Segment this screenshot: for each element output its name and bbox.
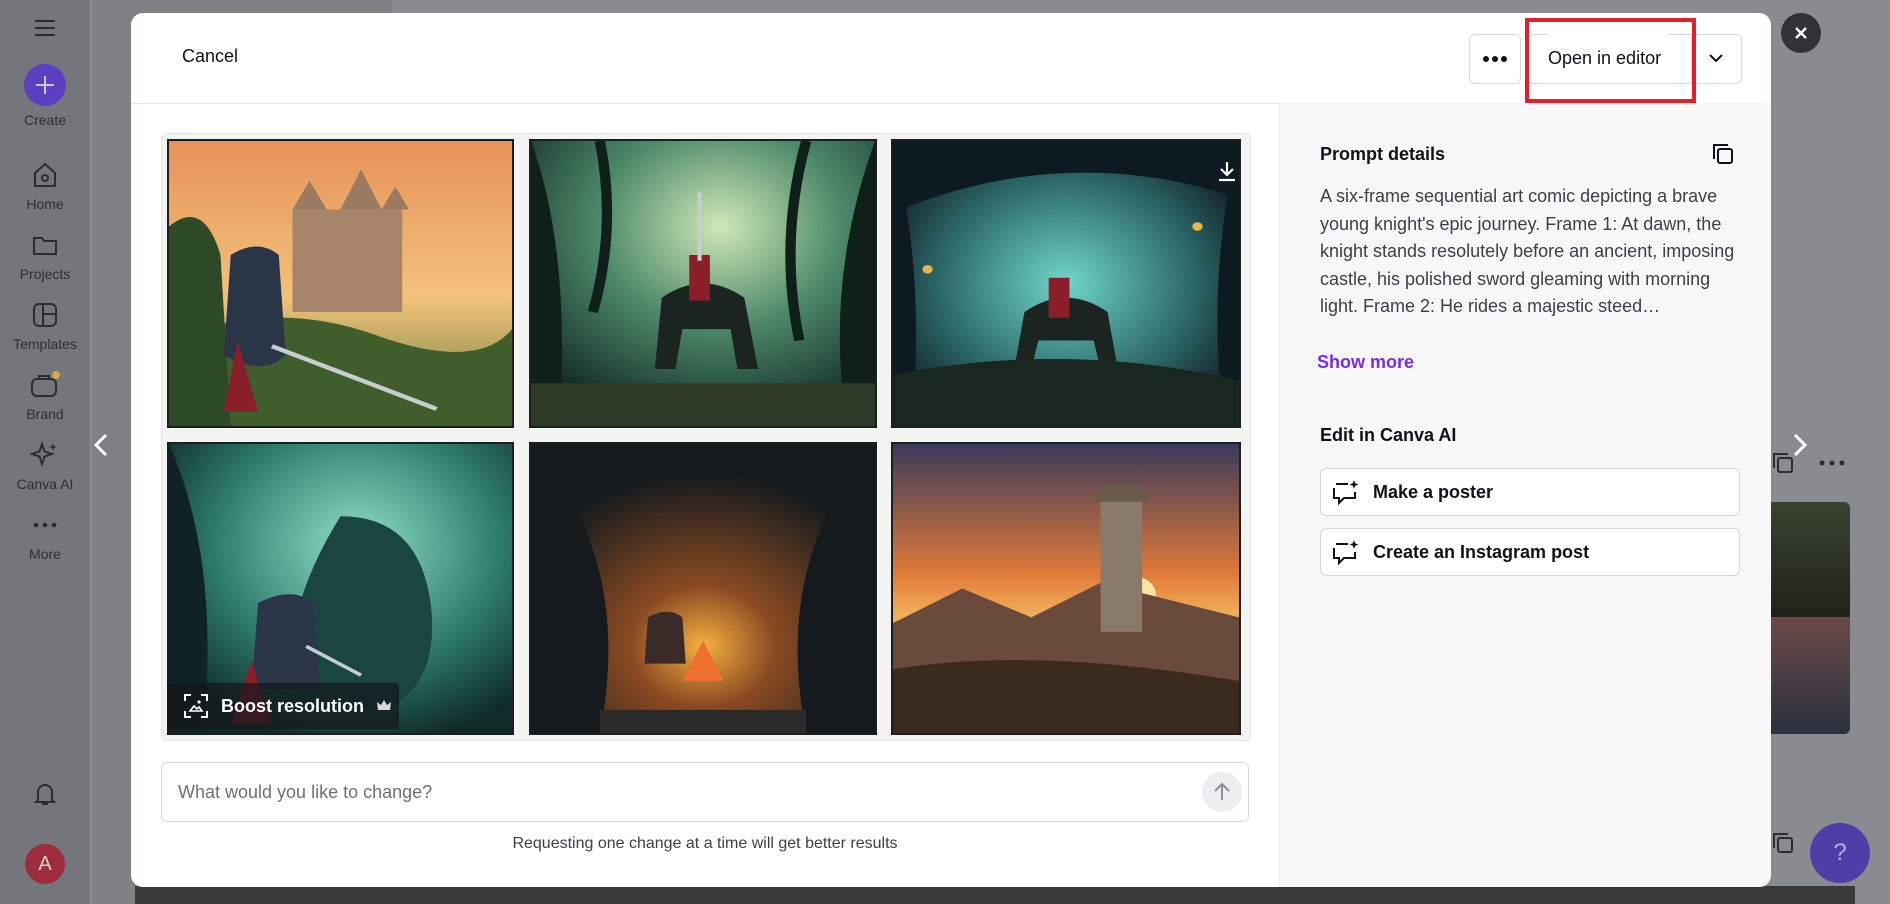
sidebar-item-label: More [29, 546, 61, 562]
comic-frame-6 [891, 442, 1241, 735]
chevron-down-icon [1709, 54, 1723, 63]
avatar[interactable]: A [25, 844, 65, 884]
previous-arrow-icon[interactable] [86, 430, 116, 460]
bell-icon[interactable] [30, 779, 60, 814]
sidebar-item-home[interactable]: Home [26, 160, 64, 212]
sidebar-item-brand[interactable]: Brand [26, 370, 64, 422]
change-request-box [161, 762, 1249, 822]
sidebar-item-label: Projects [19, 266, 71, 282]
open-in-editor-label: Open in editor [1548, 47, 1662, 68]
sidebar-item-more[interactable]: More [29, 510, 61, 562]
edit-in-canva-ai-title: Edit in Canva AI [1320, 425, 1457, 445]
boost-resolution-label: Boost resolution [221, 695, 364, 716]
templates-icon [33, 303, 57, 327]
comic-frame-3 [891, 139, 1241, 428]
copy-icon [1713, 144, 1733, 164]
cancel-button[interactable]: Cancel [182, 46, 238, 67]
prompt-text: A six-frame sequential art comic depicti… [1320, 186, 1735, 316]
sidebar-item-label: Templates [13, 336, 77, 352]
comic-frame-5 [529, 442, 877, 735]
send-button[interactable] [1202, 772, 1242, 812]
sparkle-icon [29, 440, 57, 468]
home-icon [33, 162, 56, 187]
change-request-input[interactable] [176, 763, 1180, 821]
more-horizontal-icon [1483, 56, 1507, 62]
prompt-details-panel: Prompt details A six-frame sequential ar… [1279, 103, 1771, 887]
download-button[interactable] [1210, 154, 1244, 188]
hint-text: Requesting one change at a time will get… [512, 835, 898, 852]
hamburger-menu-icon[interactable] [31, 14, 59, 42]
close-icon [1795, 27, 1807, 39]
image-preview-modal: Cancel Open in editor Boost resolution W… [131, 13, 1771, 887]
close-modal-button[interactable] [1781, 13, 1821, 53]
next-arrow-icon[interactable] [1785, 430, 1815, 460]
create-button[interactable] [24, 64, 66, 106]
sidebar-item-label: Brand [26, 406, 64, 422]
sidebar-item-templates[interactable]: Templates [13, 300, 77, 352]
folder-icon [32, 237, 57, 255]
sidebar-item-projects[interactable]: Projects [19, 230, 71, 282]
comic-frame-1 [167, 139, 514, 428]
open-in-editor-button[interactable]: Open in editor [1548, 34, 1668, 82]
prompt-details-title: Prompt details [1320, 144, 1446, 164]
chat-sparkle-icon [1331, 478, 1361, 506]
create-instagram-post-label: Create an Instagram post [1373, 541, 1590, 562]
open-options-dropdown-button[interactable] [1692, 34, 1740, 82]
boost-resolution-button[interactable]: Boost resolution [167, 683, 399, 729]
create-label: Create [23, 112, 67, 128]
make-poster-button[interactable]: Make a poster [1320, 468, 1740, 516]
download-icon [1219, 162, 1235, 182]
modal-header: Cancel Open in editor [131, 13, 1771, 104]
background-thumbnails [1760, 502, 1850, 734]
brand-icon [30, 371, 60, 397]
generated-image [161, 133, 1251, 741]
sidebar-item-label: Canva AI [16, 476, 74, 492]
crown-icon [376, 699, 392, 713]
help-button[interactable]: ? [1810, 823, 1870, 883]
create-instagram-post-button[interactable]: Create an Instagram post [1320, 528, 1740, 576]
show-more-link[interactable]: Show more [1317, 352, 1414, 373]
background-strip [135, 886, 1855, 904]
upscale-image-icon [183, 693, 209, 719]
copy-icon [1770, 830, 1796, 861]
chat-sparkle-icon [1331, 538, 1361, 566]
sidebar-item-canva-ai[interactable]: Canva AI [16, 440, 74, 492]
left-rail: Create Home Projects Templates Brand Can… [0, 0, 90, 904]
arrow-up-icon [1214, 782, 1230, 800]
make-poster-label: Make a poster [1373, 481, 1494, 502]
more-options-button[interactable] [1469, 34, 1521, 84]
comic-frame-2 [529, 139, 877, 428]
more-horizontal-icon [1818, 450, 1846, 481]
more-icon [33, 522, 57, 528]
copy-prompt-button[interactable] [1708, 139, 1738, 169]
sidebar-item-label: Home [26, 196, 64, 212]
